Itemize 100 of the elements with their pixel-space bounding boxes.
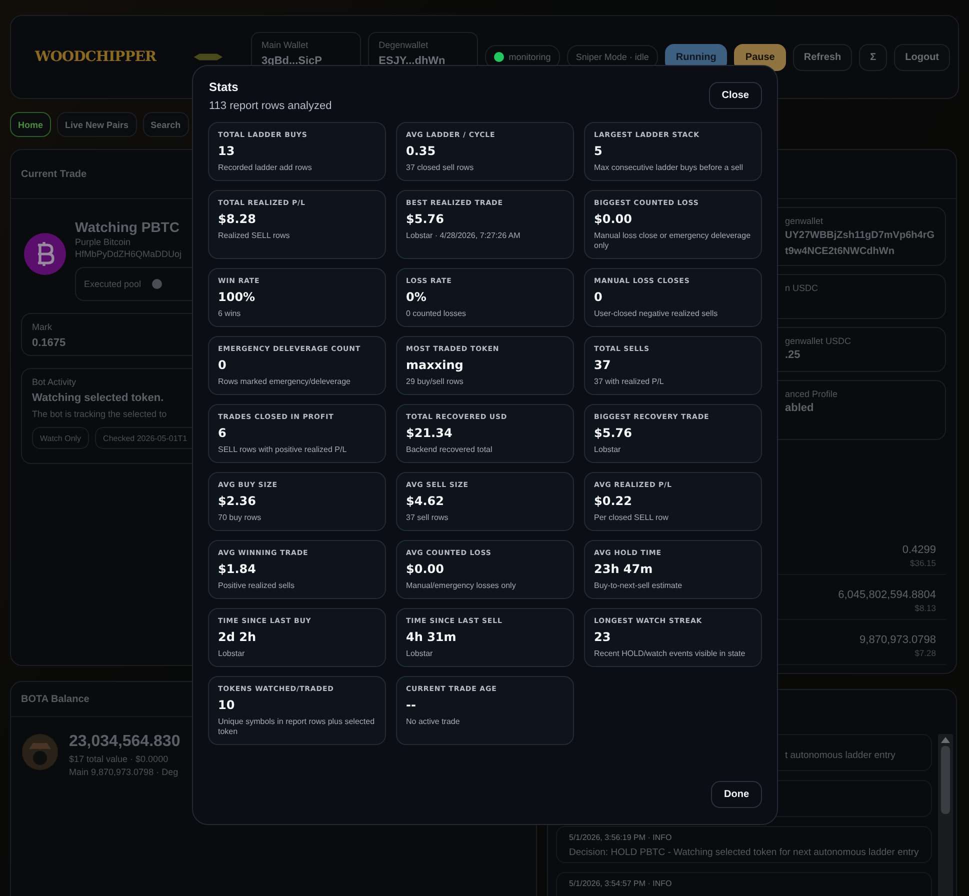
bota-holdings-line: Main 9,870,973.0798 · Deg xyxy=(69,767,178,777)
stat-value: 0% xyxy=(406,290,426,305)
log-meta: 5/1/2026, 3:54:57 PM · INFO xyxy=(569,879,672,888)
pool-icon xyxy=(151,278,164,290)
stat-note: Manual/emergency losses only xyxy=(406,581,516,591)
info-value: .25 xyxy=(785,349,800,361)
activity-title: Watching selected token. xyxy=(32,392,164,404)
header-button[interactable]: Σ xyxy=(859,44,888,70)
trade-heading: Watching PBTC xyxy=(75,219,180,235)
stat-value: $5.76 xyxy=(594,426,632,441)
stat-note: Positive realized sells xyxy=(218,581,294,591)
stat-value: 5 xyxy=(594,144,602,159)
scroll-up-icon xyxy=(940,737,950,743)
wallet-address: 3gBd...SicP xyxy=(262,55,322,67)
nav-tab[interactable]: Home xyxy=(10,112,52,137)
dialog-title: Stats xyxy=(209,80,238,94)
token-name: Purple Bitcoin xyxy=(75,237,131,247)
balance-amount: 9,870,973.0798 xyxy=(860,634,936,646)
stat-note: Buy-to-next-sell estimate xyxy=(594,581,682,591)
stat-note: 37 closed sell rows xyxy=(406,163,474,173)
stat-note: Lobstar xyxy=(218,649,245,659)
stat-note: Lobstar xyxy=(594,445,621,455)
stat-note: Lobstar · 4/28/2026, 7:27:26 AM xyxy=(406,231,520,241)
stat-note: No active trade xyxy=(406,717,460,727)
balance-usd: $36.15 xyxy=(910,558,936,568)
header-button[interactable]: Refresh xyxy=(792,44,852,70)
header-button[interactable]: Logout xyxy=(894,44,950,70)
wallet-label: Degenwallet xyxy=(378,40,428,50)
secondary-logo-icon xyxy=(193,51,224,63)
stat-value: 23 xyxy=(594,630,611,645)
stat-value: $0.22 xyxy=(594,494,632,509)
stat-note: Per closed SELL row xyxy=(594,513,668,523)
stat-note: Lobstar xyxy=(406,649,433,659)
activity-chip: Watch Only xyxy=(32,427,90,449)
stat-note: Realized SELL rows xyxy=(218,231,290,241)
bitcoin-token-icon xyxy=(23,232,67,276)
info-label: anced Profile xyxy=(785,389,838,399)
wallet-address: t9w4NCE2t6NWCdhWn xyxy=(785,245,894,258)
balance-usd: $7.28 xyxy=(914,648,936,658)
stat-note: 37 with realized P/L xyxy=(594,377,664,387)
pool-label: Executed pool xyxy=(84,279,142,289)
stat-value: 37 xyxy=(594,358,611,373)
info-label: genwallet USDC xyxy=(785,336,852,346)
stat-note: Recent HOLD/watch events visible in state xyxy=(594,649,746,659)
stat-note: User-closed negative realized sells xyxy=(594,309,718,319)
stat-value: 0 xyxy=(218,358,226,373)
activity-label: Bot Activity xyxy=(32,377,76,387)
stat-note: 37 sell rows xyxy=(406,513,448,523)
wallet-label: genwallet xyxy=(785,216,824,226)
stat-value: $1.84 xyxy=(218,562,256,577)
stat-value: maxxing xyxy=(406,358,464,373)
bota-value-line: $17 total value · $0.0000 xyxy=(69,754,168,764)
stat-value: $0.00 xyxy=(594,212,632,227)
close-button[interactable]: Close xyxy=(708,82,762,109)
balance-amount: 0.4299 xyxy=(902,544,936,556)
done-button[interactable]: Done xyxy=(711,781,762,808)
stat-note: Backend recovered total xyxy=(406,445,492,455)
stat-note: Manual loss close or emergency deleverage only xyxy=(594,231,752,251)
token-address: HfMbPyDdZH6QMaDDUoj xyxy=(75,249,182,259)
bota-amount: 23,034,564.830 xyxy=(69,733,180,751)
nav-tab[interactable]: Live New Pairs xyxy=(57,112,137,137)
log-message: Decision: HOLD PBTC - Watching selected token for next autonomous ladder entry xyxy=(569,847,919,858)
balance-amount: 6,045,802,594.8804 xyxy=(838,589,936,601)
wallet-label: Main Wallet xyxy=(262,40,308,50)
stat-value: $4.62 xyxy=(406,494,444,509)
dialog-subtitle: 113 report rows analyzed xyxy=(209,100,332,112)
panel-title: BOTA Balance xyxy=(21,694,90,704)
nav-tab[interactable]: Search xyxy=(142,112,189,137)
stat-note: 70 buy rows xyxy=(218,513,262,523)
stat-value: 0 xyxy=(594,290,602,305)
info-label: n USDC xyxy=(785,283,818,293)
wallet-address: ESJY...dhWn xyxy=(378,55,446,67)
avatar-icon xyxy=(21,733,59,771)
scrollbar-thumb[interactable] xyxy=(940,746,950,814)
panel-title: Current Trade xyxy=(21,168,87,180)
stat-note: Rows marked emergency/deleverage xyxy=(218,377,351,387)
stat-value: 23h 47m xyxy=(594,562,653,577)
wallet-address: UY27WBBjZsh11gD7mVp6h4rG xyxy=(785,229,934,242)
stat-value: $21.34 xyxy=(406,426,452,441)
stat-value: $8.28 xyxy=(218,212,256,227)
info-value: abled xyxy=(785,402,814,414)
stat-note: 29 buy/sell rows xyxy=(406,377,464,387)
stat-value: 10 xyxy=(218,698,235,713)
stat-value: 4h 31m xyxy=(406,630,456,645)
balance-usd: $8.13 xyxy=(914,603,936,613)
stat-note: 6 wins xyxy=(218,309,241,319)
activity-text: The bot is tracking the selected to xyxy=(32,409,167,419)
stat-value: $5.76 xyxy=(406,212,444,227)
stat-note: Recorded ladder add rows xyxy=(218,163,312,173)
stat-value: 100% xyxy=(218,290,256,305)
stat-value: 2d 2h xyxy=(218,630,256,645)
mark-value: 0.1675 xyxy=(32,337,66,349)
stat-note: 0 counted losses xyxy=(406,309,466,319)
stat-note: Max consecutive ladder buys before a sell xyxy=(594,163,743,173)
stat-value: -- xyxy=(406,698,416,713)
stat-value: 13 xyxy=(218,144,235,159)
log-message: t autonomous ladder entry xyxy=(785,750,896,761)
mark-label: Mark xyxy=(32,322,52,332)
stat-value: $2.36 xyxy=(218,494,256,509)
stat-value: 0.35 xyxy=(406,144,436,159)
